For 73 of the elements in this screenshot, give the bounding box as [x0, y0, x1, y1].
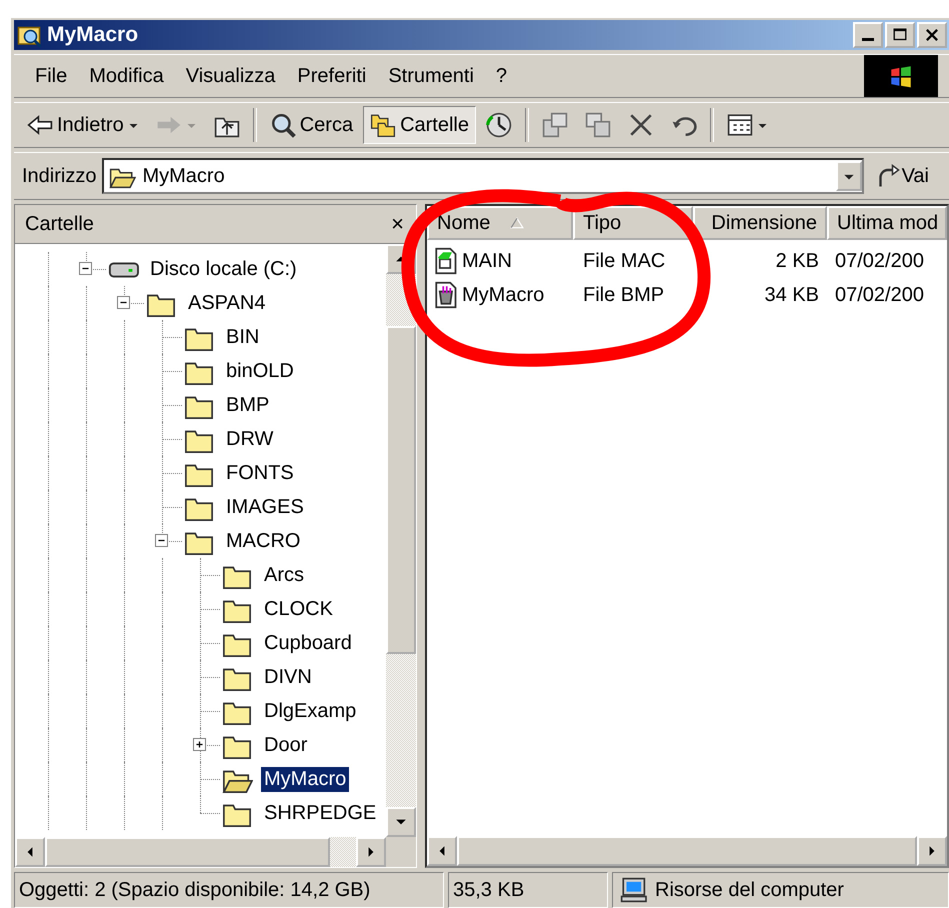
tree-item[interactable]: DRW [223, 426, 276, 452]
scroll-thumb[interactable] [45, 837, 330, 867]
move-to-icon [542, 112, 568, 138]
scroll-left-button[interactable] [15, 837, 45, 867]
close-button[interactable] [917, 22, 947, 48]
tree-item[interactable]: SHRPEDGE [261, 800, 380, 826]
scroll-thumb[interactable] [386, 326, 416, 654]
file-name[interactable]: MAIN [462, 250, 512, 272]
sort-arrow-icon [510, 217, 524, 229]
table-cell-text: File BMP [582, 284, 666, 306]
clock-icon [486, 112, 512, 138]
tree-item[interactable]: MyMacro [261, 766, 350, 792]
table-cell-text: 2 KB [774, 250, 820, 272]
horizontal-scrollbar[interactable] [15, 837, 386, 867]
column-header[interactable]: Nome [427, 206, 573, 240]
menu-item[interactable]: Preferiti [286, 60, 378, 92]
tree-item[interactable]: CLOCK [261, 596, 336, 622]
scroll-down-button[interactable] [386, 807, 416, 837]
folders-icon [370, 112, 396, 138]
tree-item[interactable]: DlgExamp [261, 698, 360, 724]
tree-item[interactable]: FONTS [223, 460, 297, 486]
tree-item[interactable]: ASPAN4 [185, 290, 268, 316]
menu-item[interactable]: File [24, 60, 78, 92]
collapse-icon[interactable] [79, 262, 92, 275]
copy-to-icon [585, 112, 611, 138]
dropdown-button[interactable] [836, 161, 862, 191]
close-button[interactable]: × [389, 211, 406, 237]
status-text: Oggetti: 2 (Spazio disponibile: 14,2 GB) [14, 872, 444, 908]
address-label: Indirizzo [22, 164, 96, 188]
computer-icon [619, 877, 647, 903]
folders-button[interactable]: Cartelle [363, 106, 476, 144]
tree-item[interactable]: IMAGES [223, 494, 307, 520]
tree-item[interactable]: MACRO [223, 528, 304, 554]
vertical-scrollbar[interactable] [386, 244, 416, 837]
search-icon [270, 112, 296, 138]
status-text: 35,3 KB [448, 872, 608, 908]
maximize-button[interactable] [885, 22, 915, 48]
scroll-left-button[interactable] [427, 836, 457, 866]
table-cell-text: File MAC [582, 250, 666, 272]
menu-item[interactable]: Modifica [78, 60, 175, 92]
go-button[interactable]: Vai [870, 157, 935, 195]
scroll-right-button[interactable] [917, 836, 947, 866]
tree-item[interactable]: Disco locale (C:) [147, 256, 300, 282]
tree-item[interactable]: binOLD [223, 358, 297, 384]
views-icon [727, 112, 753, 138]
panel-title: Cartelle [25, 212, 94, 236]
delete-icon [628, 112, 654, 138]
search-button[interactable]: Cerca [262, 106, 360, 144]
menu-item[interactable]: ? [484, 60, 518, 92]
tree-item[interactable]: Door [261, 732, 310, 758]
tree-item[interactable]: BIN [223, 324, 262, 350]
back-button[interactable]: Indietro [20, 106, 146, 144]
minimize-button[interactable] [853, 22, 883, 48]
file-name[interactable]: MyMacro [462, 284, 544, 306]
menu-item[interactable]: Visualizza [174, 60, 286, 92]
collapse-icon[interactable] [155, 534, 168, 547]
table-cell-text: 07/02/200 [834, 284, 925, 306]
collapse-icon[interactable] [117, 296, 130, 309]
tree-item[interactable]: DIVN [261, 664, 315, 690]
tree-item[interactable]: Arcs [261, 562, 307, 588]
window-title: MyMacro [47, 23, 140, 47]
table-cell-text: 34 KB [764, 284, 820, 306]
address-field[interactable]: MyMacro [102, 158, 864, 194]
expand-icon[interactable] [193, 738, 206, 751]
minimize-icon [862, 38, 874, 41]
menu-item[interactable]: Strumenti [377, 60, 485, 92]
tree-item[interactable]: BMP [223, 392, 272, 418]
column-header[interactable]: Ultima mod [827, 206, 947, 240]
status-text: Risorse del computer [655, 878, 844, 902]
tree-item[interactable]: Cupboard [261, 630, 355, 656]
column-header[interactable]: Dimensione [693, 206, 827, 240]
table-cell-text: 07/02/200 [834, 250, 925, 272]
scroll-right-button[interactable] [356, 837, 386, 867]
